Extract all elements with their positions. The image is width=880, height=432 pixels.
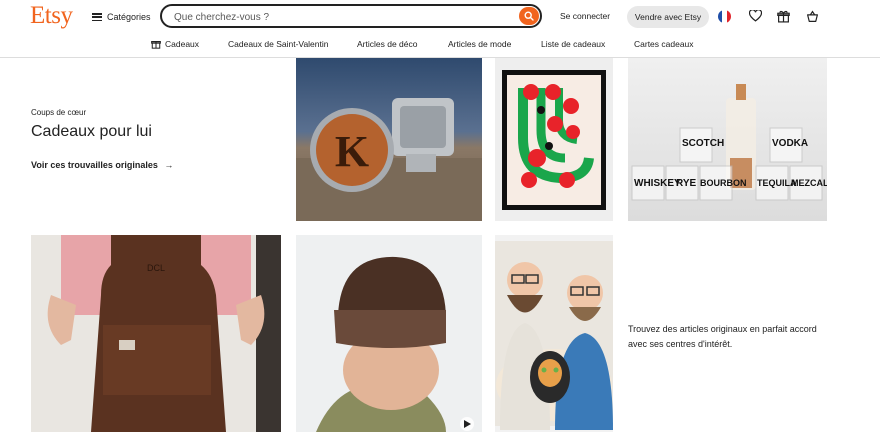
- bottle-label-bourbon: BOURBON: [700, 178, 747, 188]
- signin-link[interactable]: Se connecter: [560, 11, 610, 21]
- recommendation-description: Trouvez des articles originaux en parfai…: [628, 324, 817, 349]
- nav-item-liste-cadeaux[interactable]: Liste de cadeaux: [541, 39, 605, 49]
- heart-icon[interactable]: [748, 9, 762, 23]
- cufflinks-image: K: [296, 98, 482, 221]
- categories-button[interactable]: Catégories: [92, 9, 151, 25]
- beanie-image: [316, 256, 474, 432]
- product-tile-art-print[interactable]: [495, 58, 613, 221]
- portrait-illustration-image: [495, 241, 613, 430]
- etsy-logo[interactable]: Etsy: [30, 2, 73, 30]
- bottle-label-whiskey: WHISKEY: [634, 178, 681, 189]
- arrow-right-icon: →: [164, 160, 174, 170]
- nav-item-mode[interactable]: Articles de mode: [448, 39, 511, 49]
- product-tile-beanie[interactable]: [296, 235, 482, 432]
- cart-icon[interactable]: [805, 9, 819, 23]
- art-print-image: [502, 70, 606, 210]
- nav-item-label: Cadeaux: [165, 39, 200, 49]
- feature-cta-link[interactable]: Voir ces trouvailles originales →: [31, 160, 173, 170]
- nav-item-deco[interactable]: Articles de déco: [357, 39, 417, 49]
- nav-item-cadeaux[interactable]: Cadeaux: [151, 39, 199, 49]
- sell-button[interactable]: Vendre avec Etsy: [627, 6, 709, 28]
- product-tile-shot-glasses[interactable]: SCOTCH VODKA WHISKEY RYE BOURBON TEQUILA…: [628, 58, 827, 221]
- france-flag-icon[interactable]: [718, 10, 731, 23]
- bottle-label-vodka: VODKA: [772, 138, 808, 149]
- feature-eyebrow: Coups de cœur: [31, 108, 87, 117]
- leather-apron-image: DCL: [47, 235, 281, 432]
- product-tile-leather-apron[interactable]: DCL: [31, 235, 281, 432]
- categories-label: Catégories: [107, 12, 151, 22]
- apron-initials: DCL: [147, 263, 165, 273]
- nav-item-saint-valentin[interactable]: Cadeaux de Saint-Valentin: [228, 39, 329, 49]
- cufflink-letter: K: [335, 127, 369, 176]
- bottle-label-rye: RYE: [676, 178, 697, 189]
- nav-item-cartes-cadeaux[interactable]: Cartes cadeaux: [634, 39, 694, 49]
- cta-label: Voir ces trouvailles originales: [31, 160, 158, 170]
- product-tile-portrait-illustration[interactable]: [495, 235, 613, 432]
- shot-glasses-image: SCOTCH VODKA WHISKEY RYE BOURBON TEQUILA…: [631, 84, 827, 201]
- bottle-label-scotch: SCOTCH: [682, 138, 724, 149]
- feature-title: Cadeaux pour lui: [31, 123, 152, 140]
- search-button[interactable]: [519, 7, 539, 25]
- menu-icon: [92, 13, 102, 21]
- bottle-label-mezcal: MEZCAL: [791, 178, 827, 188]
- gift-icon: [151, 41, 161, 49]
- category-nav: Cadeaux Cadeaux de Saint-Valentin Articl…: [0, 36, 880, 58]
- product-tile-cufflinks[interactable]: K: [296, 58, 482, 221]
- search-input[interactable]: [172, 9, 506, 25]
- search-bar: [160, 4, 542, 28]
- search-icon: [524, 11, 534, 21]
- gift-icon[interactable]: [776, 9, 790, 23]
